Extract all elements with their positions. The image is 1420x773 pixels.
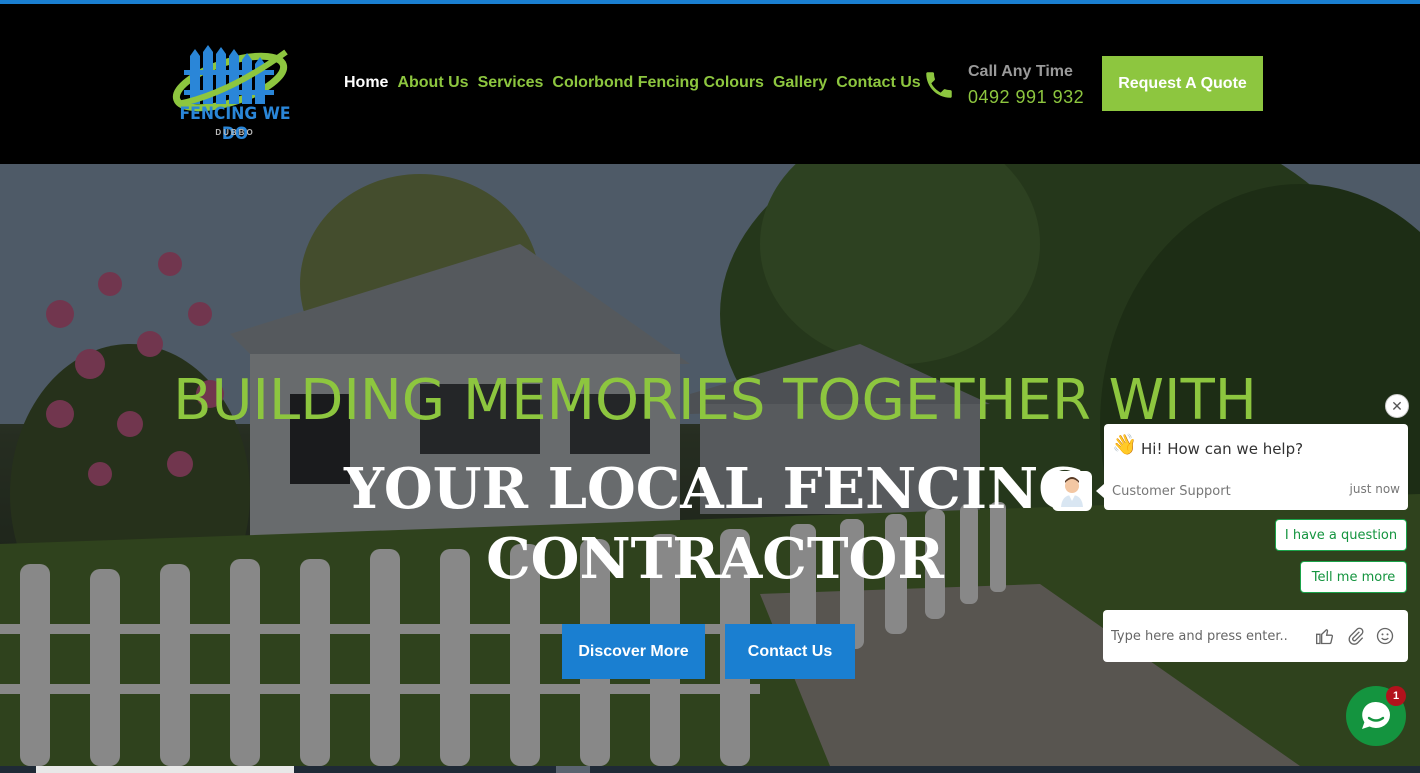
main-nav: Home About Us Services Colorbond Fencing… — [344, 74, 921, 92]
hero-heading-line-3: CONTRACTOR — [486, 526, 944, 592]
discover-more-button[interactable]: Discover More — [562, 624, 705, 679]
close-icon[interactable]: ✕ — [1385, 394, 1409, 418]
contact-us-button[interactable]: Contact Us — [725, 624, 855, 679]
call-number[interactable]: 0492 991 932 — [968, 87, 1084, 108]
nav-about-us[interactable]: About Us — [397, 74, 468, 92]
nav-services[interactable]: Services — [478, 74, 544, 92]
waving-hand-icon: 👋 — [1112, 434, 1137, 456]
call-label: Call Any Time — [968, 63, 1073, 80]
nav-contact-us[interactable]: Contact Us — [836, 74, 920, 92]
chat-message-card: 👋 Hi! How can we help? Customer Support … — [1104, 424, 1408, 510]
chat-input-box — [1103, 610, 1408, 662]
site-logo[interactable]: FENCING WE DO DUBBO — [168, 42, 302, 146]
chat-bubble-tail — [1096, 484, 1104, 498]
logo-title: FENCING WE DO — [179, 104, 291, 144]
next-section-card — [36, 766, 294, 773]
attachment-icon[interactable] — [1346, 626, 1366, 646]
nav-home[interactable]: Home — [344, 74, 388, 92]
logo-subtitle: DUBBO — [215, 128, 255, 137]
phone-icon — [926, 72, 952, 98]
support-avatar — [1052, 471, 1092, 511]
nav-gallery[interactable]: Gallery — [773, 74, 827, 92]
chat-greeting: Hi! How can we help? — [1141, 440, 1304, 458]
fence-logo-icon — [172, 45, 288, 112]
chat-agent-name: Customer Support — [1112, 484, 1231, 499]
site-header: FENCING WE DO DUBBO Home About Us Servic… — [0, 4, 1420, 164]
thumbs-up-icon[interactable] — [1315, 626, 1335, 646]
chat-chip-question[interactable]: I have a question — [1275, 519, 1407, 551]
emoji-icon[interactable] — [1375, 626, 1395, 646]
next-section-card — [556, 766, 590, 773]
agent-avatar-icon — [1061, 477, 1083, 507]
chat-message-input[interactable] — [1111, 624, 1301, 648]
request-quote-button[interactable]: Request A Quote — [1102, 56, 1263, 111]
unread-badge: 1 — [1386, 686, 1406, 706]
next-section-strip — [0, 766, 1420, 773]
nav-colorbond-fencing-colours[interactable]: Colorbond Fencing Colours — [552, 74, 764, 92]
chat-timestamp: just now — [1349, 482, 1400, 496]
chat-chip-tell-more[interactable]: Tell me more — [1300, 561, 1407, 593]
